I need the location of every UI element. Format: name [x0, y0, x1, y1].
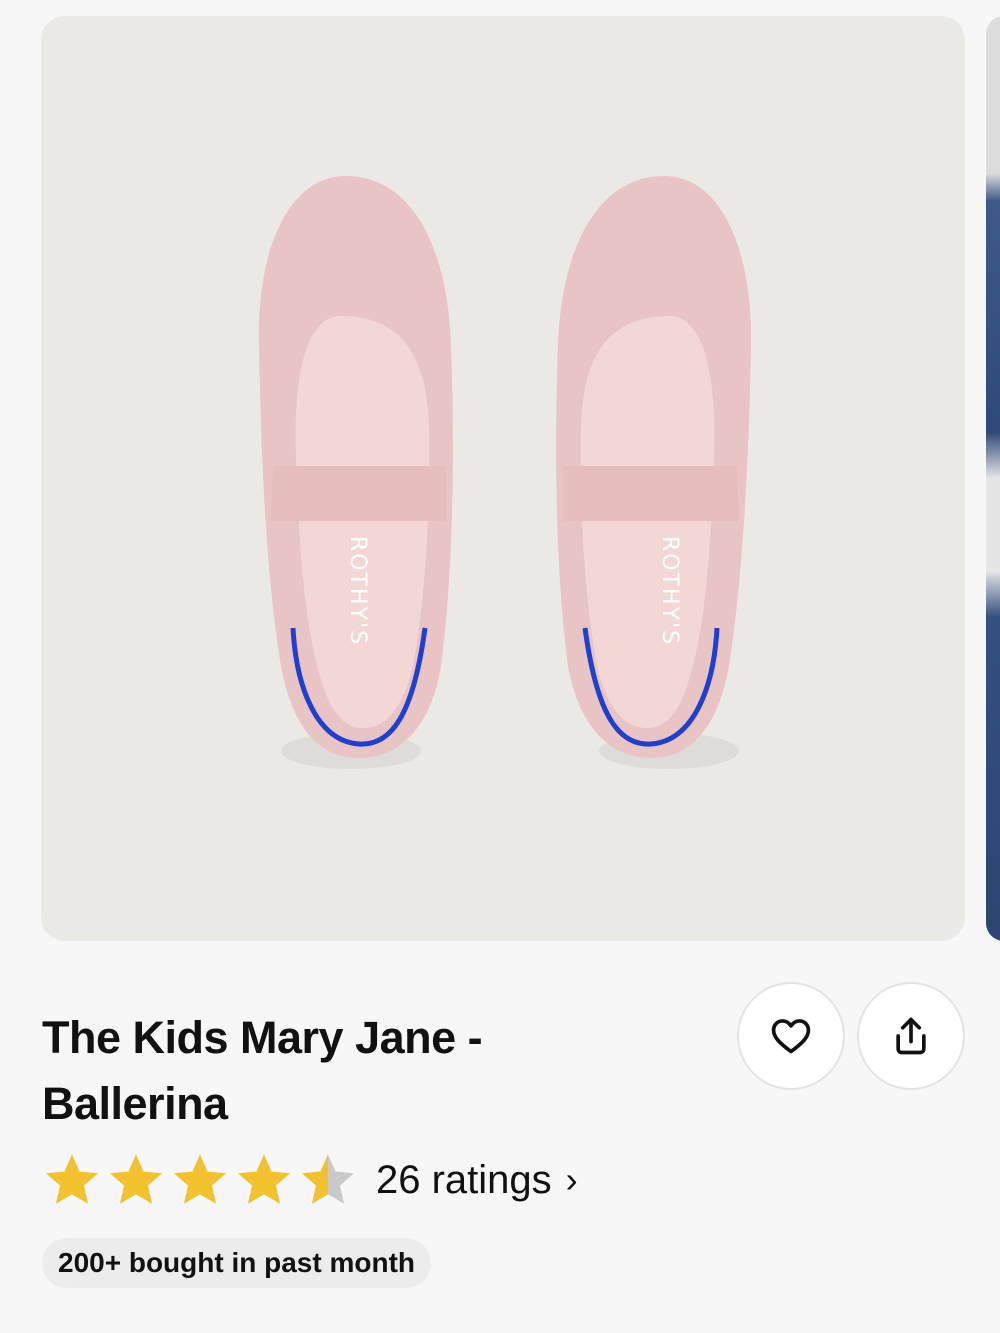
- star-half-icon: [302, 1154, 354, 1204]
- share-icon: [896, 1017, 926, 1055]
- next-product-image-peek[interactable]: [986, 16, 1000, 941]
- ratings-count-link[interactable]: 26 ratings: [376, 1158, 552, 1203]
- star-full-icon: [110, 1154, 162, 1204]
- favorite-button[interactable]: [737, 982, 845, 1090]
- rating-summary[interactable]: 26 ratings ›: [42, 1148, 578, 1212]
- product-page: ROTHY'S ROTHY'S The Kids Mary Jane - Bal…: [0, 0, 1000, 1333]
- star-full-icon: [238, 1154, 290, 1204]
- share-button[interactable]: [857, 982, 965, 1090]
- image-carousel[interactable]: ROTHY'S ROTHY'S: [41, 16, 1000, 941]
- left-shoe: ROTHY'S: [258, 176, 453, 758]
- product-photo-ballerina-flats: ROTHY'S ROTHY'S: [258, 176, 752, 769]
- product-image[interactable]: ROTHY'S ROTHY'S: [41, 16, 965, 941]
- svg-text:ROTHY'S: ROTHY'S: [657, 536, 682, 646]
- right-shoe: ROTHY'S: [556, 176, 752, 758]
- star-full-icon: [46, 1154, 98, 1204]
- purchase-count-badge: 200+ bought in past month: [42, 1238, 432, 1288]
- chevron-right-icon: ›: [565, 1159, 578, 1200]
- star-full-icon: [174, 1154, 226, 1204]
- heart-icon: [771, 1019, 811, 1054]
- product-title: The Kids Mary Jane - Ballerina: [42, 1012, 483, 1129]
- svg-text:ROTHY'S: ROTHY'S: [345, 536, 370, 646]
- star-rating: [42, 1150, 358, 1210]
